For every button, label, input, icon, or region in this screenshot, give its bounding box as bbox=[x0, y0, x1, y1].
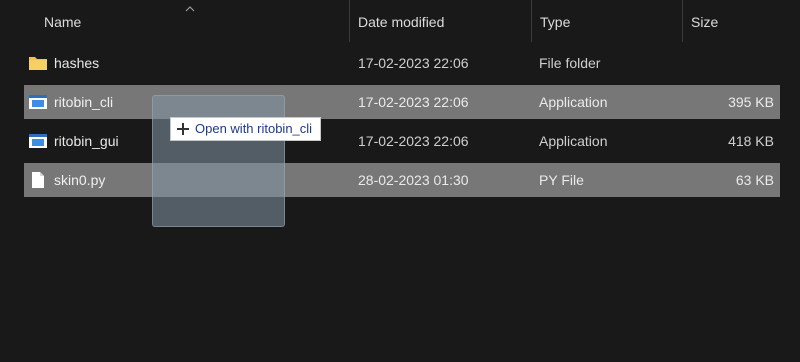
column-size-label: Size bbox=[691, 14, 719, 30]
drag-preview bbox=[152, 95, 285, 227]
file-type: Application bbox=[539, 94, 608, 110]
sort-ascending-icon bbox=[185, 6, 195, 12]
column-type-label: Type bbox=[540, 14, 571, 30]
file-size: 63 KB bbox=[735, 172, 774, 188]
plus-icon bbox=[177, 123, 189, 135]
folder-icon bbox=[29, 57, 47, 70]
file-date-modified: 17-02-2023 22:06 bbox=[358, 94, 469, 110]
application-icon bbox=[29, 95, 47, 109]
file-name: hashes bbox=[54, 55, 100, 71]
file-type: PY File bbox=[539, 172, 584, 188]
drag-drop-tooltip: Open with ritobin_cli bbox=[170, 117, 322, 141]
file-type: File folder bbox=[539, 55, 601, 71]
column-header-type[interactable]: Type bbox=[531, 0, 682, 42]
file-icon bbox=[32, 172, 44, 188]
column-header-size[interactable]: Size bbox=[682, 0, 800, 42]
application-icon bbox=[29, 134, 47, 148]
file-size: 395 KB bbox=[728, 94, 774, 110]
file-row-skin0-py[interactable]: skin0.py 28-02-2023 01:30 PY File 63 KB bbox=[24, 163, 780, 197]
file-row-hashes[interactable]: hashes 17-02-2023 22:06 File folder bbox=[24, 46, 780, 80]
drag-drop-tooltip-text: Open with ritobin_cli bbox=[195, 121, 313, 136]
file-type: Application bbox=[539, 133, 608, 149]
file-date-modified: 17-02-2023 22:06 bbox=[358, 133, 469, 149]
column-header-date-modified[interactable]: Date modified bbox=[349, 0, 531, 42]
file-date-modified: 17-02-2023 22:06 bbox=[358, 55, 469, 71]
file-name: ritobin_cli bbox=[54, 94, 114, 110]
column-header-bar: Name Date modified Type Size bbox=[0, 0, 800, 42]
column-date-label: Date modified bbox=[358, 14, 445, 30]
file-size: 418 KB bbox=[728, 133, 774, 149]
file-row-ritobin-gui[interactable]: ritobin_gui 17-02-2023 22:06 Application… bbox=[24, 124, 780, 158]
file-date-modified: 28-02-2023 01:30 bbox=[358, 172, 469, 188]
file-name: skin0.py bbox=[54, 172, 106, 188]
column-name-label: Name bbox=[44, 14, 82, 30]
file-row-ritobin-cli[interactable]: ritobin_cli 17-02-2023 22:06 Application… bbox=[24, 85, 780, 119]
file-name: ritobin_gui bbox=[54, 133, 119, 149]
